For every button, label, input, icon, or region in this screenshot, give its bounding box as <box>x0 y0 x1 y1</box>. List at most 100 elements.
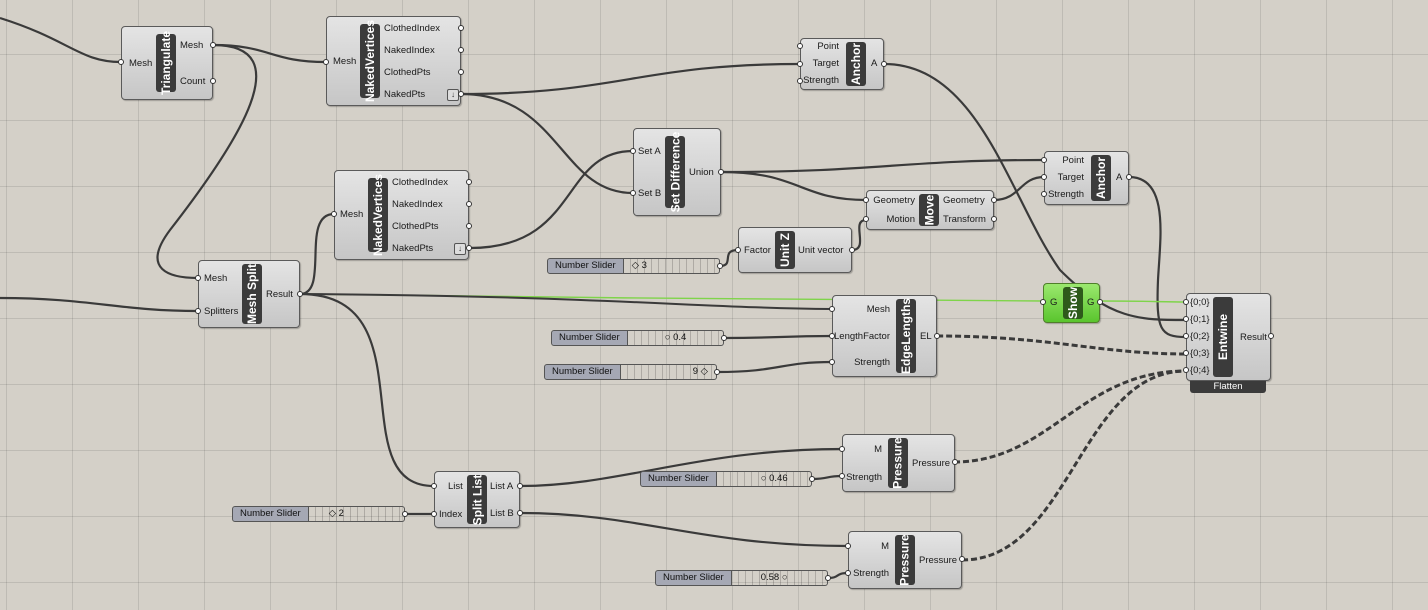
show-component[interactable]: Show G G <box>1043 283 1100 323</box>
output-grip[interactable] <box>1097 299 1103 305</box>
output-grip[interactable] <box>210 78 216 84</box>
input-grip[interactable] <box>829 333 835 339</box>
output-grip[interactable] <box>717 263 723 269</box>
naked-vertices-component[interactable]: NakedVertices Mesh ClothedIndex NakedInd… <box>326 16 461 106</box>
output-grip[interactable] <box>458 47 464 53</box>
number-slider[interactable]: Number Slider 0.58 ○ <box>655 570 828 586</box>
input-grip[interactable] <box>839 473 845 479</box>
output-grip[interactable] <box>458 69 464 75</box>
output-grip[interactable] <box>297 291 303 297</box>
input-label-m: M <box>874 444 882 455</box>
input-grip[interactable] <box>1183 333 1189 339</box>
triangulate-component[interactable]: Triangulate Mesh Mesh Count <box>121 26 213 100</box>
input-grip[interactable] <box>829 306 835 312</box>
output-label-a: A <box>1116 172 1123 183</box>
input-grip[interactable] <box>118 59 124 65</box>
input-grip[interactable] <box>630 148 636 154</box>
component-title: Entwine <box>1216 313 1231 361</box>
input-grip[interactable] <box>1040 299 1046 305</box>
input-grip[interactable] <box>331 211 337 217</box>
input-grip[interactable] <box>431 483 437 489</box>
input-grip[interactable] <box>735 247 741 253</box>
output-grip[interactable] <box>466 201 472 207</box>
output-grip[interactable] <box>825 575 831 581</box>
set-difference-component[interactable]: Set Difference Set A Set B Union <box>633 128 721 216</box>
anchor-component[interactable]: Anchor Point Target Strength A <box>800 38 884 90</box>
input-label-list: List <box>448 481 463 492</box>
output-grip[interactable] <box>466 179 472 185</box>
number-slider[interactable]: Number Slider ○ 0.46 <box>640 471 812 487</box>
input-grip[interactable] <box>829 359 835 365</box>
mesh-split-component[interactable]: Mesh Split Mesh Splitters Result <box>198 260 300 328</box>
input-grip[interactable] <box>863 197 869 203</box>
slider-track[interactable]: ◇ 2 <box>308 506 405 522</box>
input-grip[interactable] <box>863 216 869 222</box>
output-grip[interactable] <box>721 335 727 341</box>
output-grip[interactable] <box>210 42 216 48</box>
component-title-bar: NakedVertices <box>368 174 388 256</box>
input-grip[interactable] <box>195 275 201 281</box>
component-title: NakedVertices <box>371 173 385 257</box>
output-grip[interactable] <box>517 483 523 489</box>
input-grip[interactable] <box>845 543 851 549</box>
output-grip[interactable] <box>466 245 472 251</box>
edge-lengths-component[interactable]: EdgeLengths Mesh LengthFactor Strength E… <box>832 295 937 377</box>
input-grip[interactable] <box>630 190 636 196</box>
entwine-component[interactable]: Entwine {0;0} {0;1} {0;2} {0;3} {0;4} Re… <box>1186 293 1271 381</box>
pressure-component[interactable]: Pressure M Strength Pressure <box>842 434 955 492</box>
output-grip[interactable] <box>458 91 464 97</box>
input-grip[interactable] <box>797 43 803 49</box>
input-grip[interactable] <box>1183 299 1189 305</box>
input-grip[interactable] <box>323 59 329 65</box>
output-grip[interactable] <box>718 169 724 175</box>
slider-label: Number Slider <box>547 258 624 274</box>
input-grip[interactable] <box>1041 174 1047 180</box>
output-label: NakedPts <box>392 243 434 254</box>
input-grip[interactable] <box>1183 316 1189 322</box>
output-grip[interactable] <box>991 216 997 222</box>
output-grip[interactable] <box>402 511 408 517</box>
output-grip[interactable] <box>1268 333 1274 339</box>
slider-track[interactable]: ○ 0.46 <box>716 471 812 487</box>
input-label-factor: Factor <box>744 245 771 256</box>
number-slider[interactable]: Number Slider 9 ◇ <box>544 364 717 380</box>
number-slider[interactable]: Number Slider ◇ 2 <box>232 506 405 522</box>
output-grip[interactable] <box>991 197 997 203</box>
slider-track[interactable]: ◇ 3 <box>623 258 720 274</box>
number-slider[interactable]: Number Slider ○ 0.4 <box>551 330 724 346</box>
anchor-component[interactable]: Anchor Point Target Strength A <box>1044 151 1129 205</box>
slider-track[interactable]: 9 ◇ <box>620 364 717 380</box>
slider-track[interactable]: 0.58 ○ <box>731 570 828 586</box>
down-arrow-icon[interactable]: ↓ <box>454 243 466 255</box>
input-grip[interactable] <box>797 61 803 67</box>
output-grip[interactable] <box>458 25 464 31</box>
output-grip[interactable] <box>934 333 940 339</box>
pressure-component[interactable]: Pressure M Strength Pressure <box>848 531 962 589</box>
output-grip[interactable] <box>714 369 720 375</box>
output-grip[interactable] <box>1126 174 1132 180</box>
naked-vertices-component[interactable]: NakedVertices Mesh ClothedIndex NakedInd… <box>334 170 469 260</box>
input-grip[interactable] <box>1041 157 1047 163</box>
split-list-component[interactable]: Split List List Index List A List B <box>434 471 520 528</box>
output-grip[interactable] <box>881 61 887 67</box>
input-grip[interactable] <box>1183 367 1189 373</box>
wire <box>460 62 801 96</box>
input-grip[interactable] <box>195 308 201 314</box>
input-grip[interactable] <box>797 78 803 84</box>
input-grip[interactable] <box>1041 191 1047 197</box>
output-grip[interactable] <box>466 223 472 229</box>
output-grip[interactable] <box>952 459 958 465</box>
input-grip[interactable] <box>431 511 437 517</box>
input-grip[interactable] <box>839 446 845 452</box>
output-grip[interactable] <box>809 476 815 482</box>
move-component[interactable]: Move Geometry Motion Geometry Transform <box>866 190 994 230</box>
input-grip[interactable] <box>1183 350 1189 356</box>
output-grip[interactable] <box>849 247 855 253</box>
output-grip[interactable] <box>959 556 965 562</box>
output-grip[interactable] <box>517 510 523 516</box>
number-slider[interactable]: Number Slider ◇ 3 <box>547 258 720 274</box>
input-grip[interactable] <box>845 570 851 576</box>
unit-z-component[interactable]: Unit Z Factor Unit vector <box>738 227 852 273</box>
input-label-branch: {0;3} <box>1190 348 1210 359</box>
slider-track[interactable]: ○ 0.4 <box>627 330 724 346</box>
